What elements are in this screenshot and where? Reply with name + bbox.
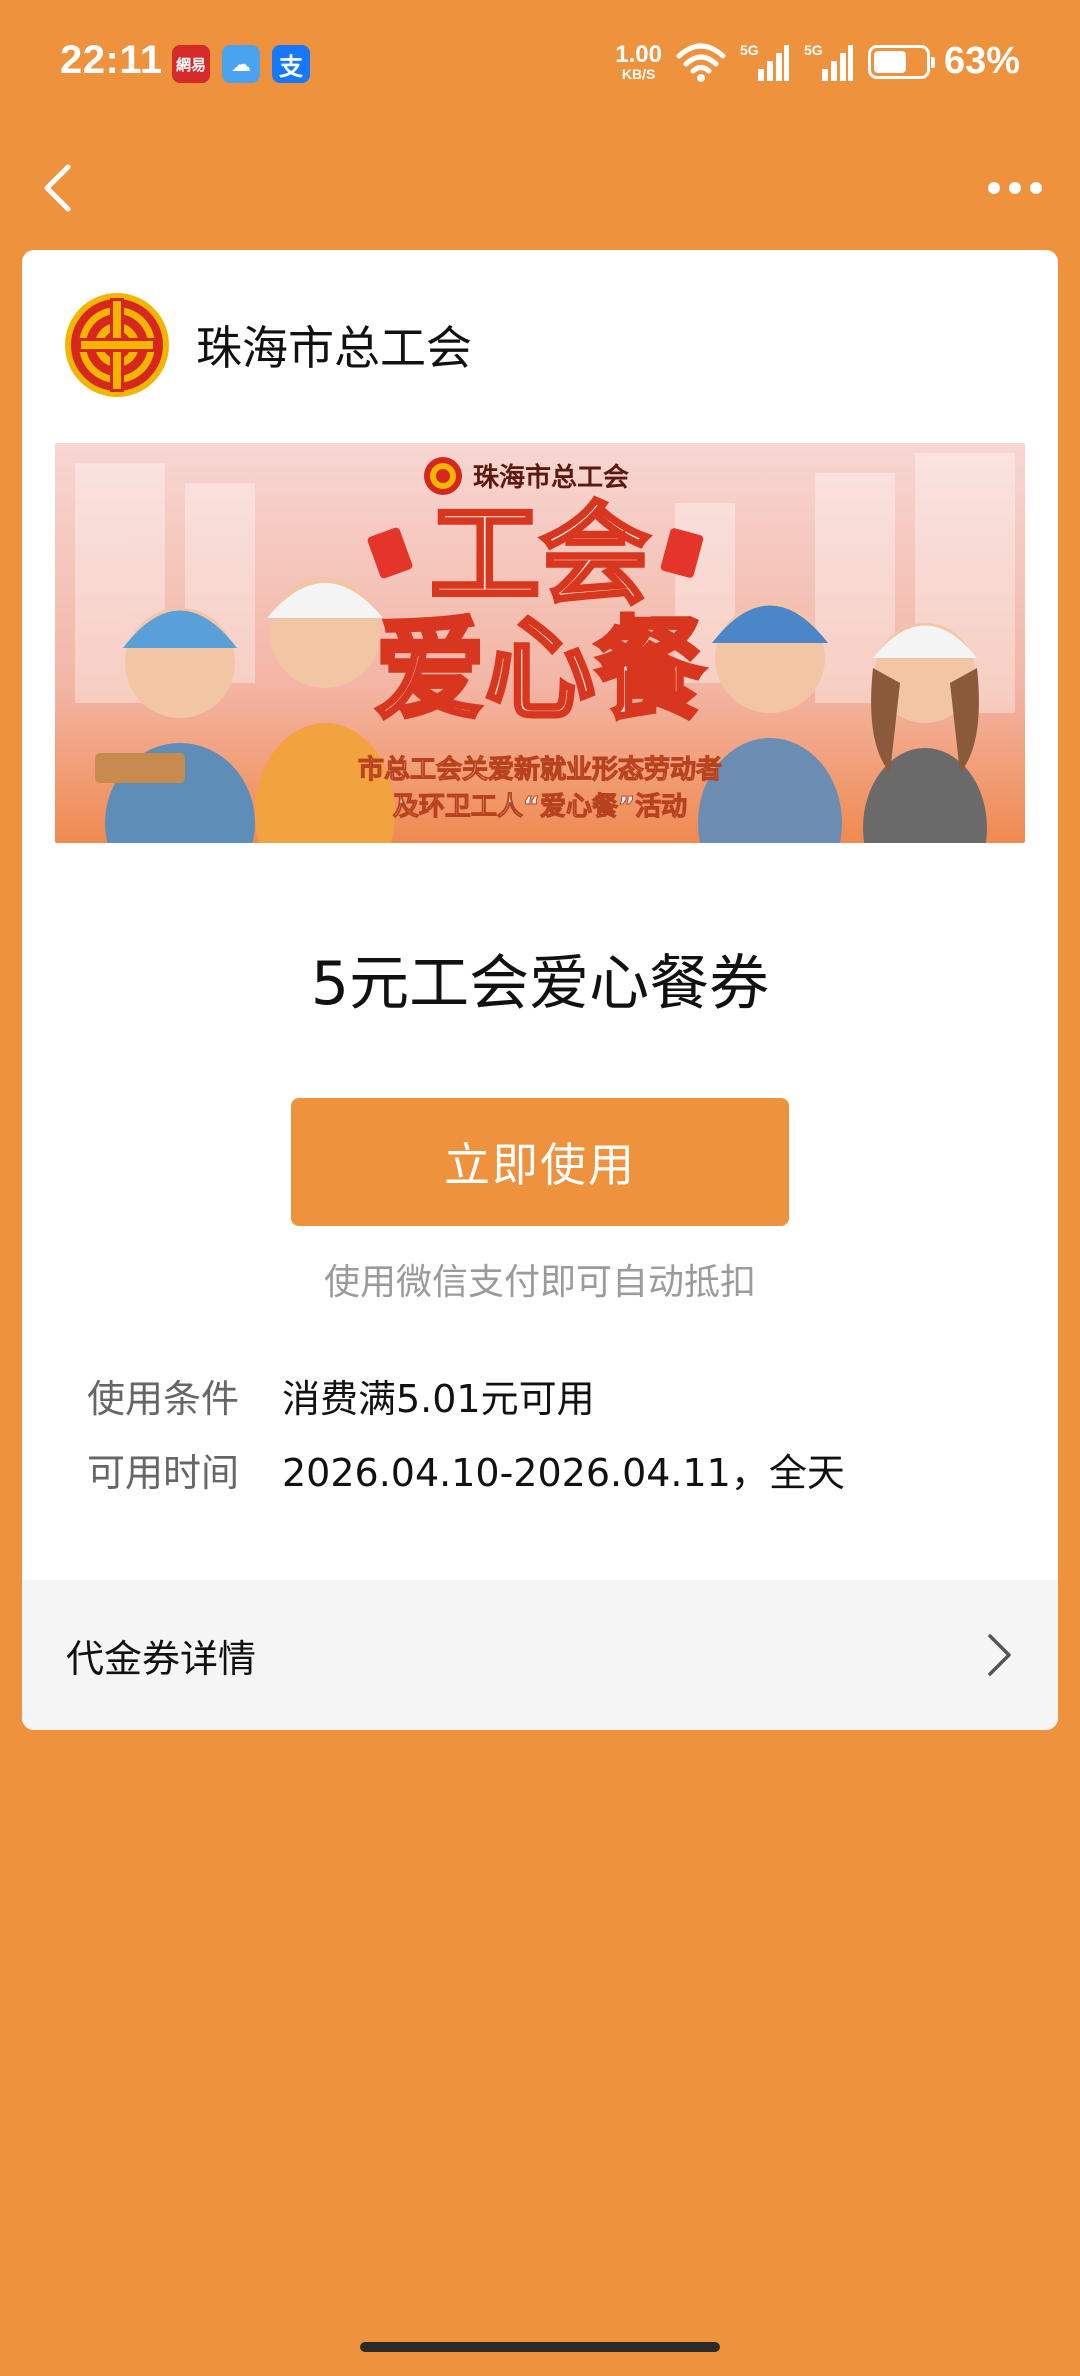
coupon-card: 珠海市总工会 珠海市总工会 工会 爱心餐 市总工会关爱新就业形态劳动者 及环卫工… xyxy=(22,250,1058,1730)
notification-app-icons: 網易 ☁ 支 xyxy=(172,45,310,83)
trade-union-logo xyxy=(65,293,169,397)
chevron-right-icon xyxy=(988,1634,1011,1676)
netease-news-icon: 網易 xyxy=(172,45,210,83)
alipay-icon: 支 xyxy=(272,45,310,83)
coupon-details-label: 代金券详情 xyxy=(66,1636,257,1681)
battery-icon xyxy=(867,44,935,79)
home-indicator[interactable] xyxy=(360,2342,720,2352)
weather-icon: ☁ xyxy=(222,45,260,83)
banner-title-line1: 工会 xyxy=(430,491,650,619)
battery-percent: 63% xyxy=(943,40,1020,82)
promo-banner[interactable]: 珠海市总工会 工会 爱心餐 市总工会关爱新就业形态劳动者 及环卫工人“爱心餐”活… xyxy=(55,443,1025,843)
signal-5g-icon: 5G xyxy=(740,42,789,81)
status-indicators: 1.00 KB/S 5G 5G 63% xyxy=(615,40,1020,83)
conditions-value: 消费满5.01元可用 xyxy=(282,1377,595,1421)
org-name: 珠海市总工会 xyxy=(196,321,472,375)
status-bar: 22:11 網易 ☁ 支 1.00 KB/S 5G 5G 63% xyxy=(0,0,1080,128)
org-header: 珠海市总工会 xyxy=(64,290,472,400)
banner-subtitle-line1: 市总工会关爱新就业形态劳动者 xyxy=(358,754,722,785)
back-button[interactable] xyxy=(30,153,100,223)
signal-2-label: 5G xyxy=(804,42,823,58)
battery-fill xyxy=(873,50,906,73)
signal-1-label: 5G xyxy=(740,42,759,58)
valid-time-value: 2026.04.10-2026.04.11，全天 xyxy=(282,1451,845,1495)
valid-time-row: 可用时间 2026.04.10-2026.04.11，全天 xyxy=(87,1442,845,1497)
coupon-details-row[interactable]: 代金券详情 xyxy=(22,1580,1058,1730)
valid-time-label: 可用时间 xyxy=(87,1451,240,1495)
chevron-left-icon xyxy=(44,164,71,212)
wifi-icon xyxy=(676,43,726,82)
network-speed: 1.00 KB/S xyxy=(615,40,662,82)
signal-5g-icon: 5G xyxy=(804,42,853,81)
payment-hint: 使用微信支付即可自动抵扣 xyxy=(323,1262,756,1303)
banner-subtitle-line2: 及环卫工人“爱心餐”活动 xyxy=(393,792,687,822)
coupon-title: 5元工会爱心餐券 xyxy=(310,949,770,1019)
conditions-row: 使用条件 消费满5.01元可用 xyxy=(87,1368,595,1423)
nav-bar xyxy=(0,128,1080,248)
status-time: 22:11 xyxy=(60,38,163,82)
network-speed-value: 1.00 xyxy=(615,40,662,68)
more-horizontal-icon xyxy=(988,182,1042,194)
network-speed-unit: KB/S xyxy=(621,65,656,82)
more-button[interactable] xyxy=(970,153,1060,223)
banner-title-line2: 爱心餐 xyxy=(375,606,705,734)
conditions-label: 使用条件 xyxy=(87,1377,240,1421)
use-now-button[interactable]: 立即使用 xyxy=(291,1098,789,1226)
banner-illustration: 珠海市总工会 工会 爱心餐 市总工会关爱新就业形态劳动者 及环卫工人“爱心餐”活… xyxy=(55,443,1025,843)
banner-org-name: 珠海市总工会 xyxy=(473,462,629,493)
